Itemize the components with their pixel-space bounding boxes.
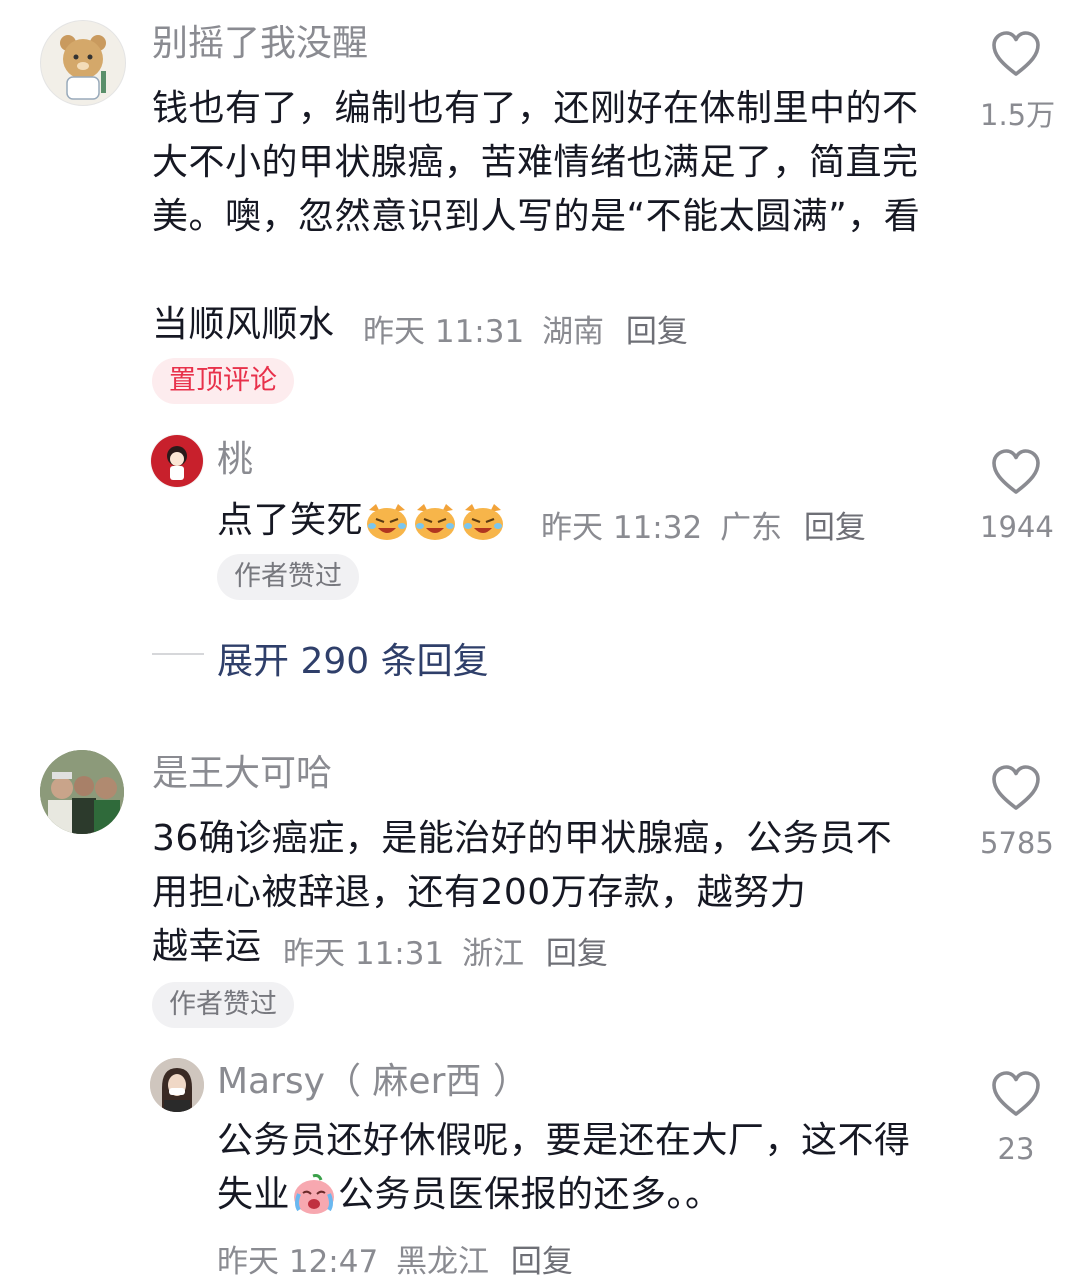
cartoon-girl-avatar-icon [151, 435, 203, 487]
comment-text-end: 越幸运 [152, 926, 262, 967]
reply-username[interactable]: Marsy（ 麻er西 ） [217, 1060, 529, 1104]
author-liked-tag: 作者赞过 [217, 554, 359, 600]
comment-text: 36确诊癌症，是能治好的甲状腺癌，公务员不用担心被辞退，还有200万存款，越努力 [152, 818, 893, 913]
reply-text: 公务员还好休假呢，要是还在大厂，这不得失业 公务员医保报的还多。。 [217, 1114, 917, 1222]
crying-face-emoji-icon [290, 1174, 338, 1215]
reply-location: 广东 [720, 510, 783, 546]
like-button[interactable]: 1.5万 [980, 30, 1056, 134]
group-photo-avatar-icon [40, 750, 124, 834]
heart-icon [992, 765, 1040, 810]
like-count: 5785 [980, 826, 1054, 860]
reply-location: 黑龙江 [396, 1244, 490, 1280]
like-button[interactable]: 23 [980, 1070, 1052, 1166]
avatar[interactable] [40, 20, 126, 106]
like-button[interactable]: 1944 [980, 448, 1054, 544]
comment-time: 昨天 11:31 [283, 936, 445, 972]
comment-text: 钱也有了，编制也有了，还刚好在体制里中的不大不小的甲状腺癌，苦难情绪也满足了，简… [152, 88, 921, 237]
reply-text-after-emoji: 公务员医保报的还多。。 [338, 1174, 722, 1215]
crying-laughing-cat-emoji-icon [363, 500, 507, 541]
comment-meta: 昨天 11:31 浙江 回复 [283, 928, 608, 973]
pinned-tag: 置顶评论 [152, 358, 294, 404]
reply-text: 点了笑死 [217, 500, 364, 541]
like-count: 1944 [980, 510, 1054, 544]
reply-meta: 昨天 12:47 黑龙江 回复 [217, 1236, 573, 1281]
like-button[interactable]: 5785 [980, 764, 1054, 860]
reply-button[interactable]: 回复 [626, 314, 688, 350]
reply-username[interactable]: 桃 [217, 438, 253, 482]
comment-username[interactable]: 别摇了我没醒 [152, 22, 368, 66]
comment-meta: 昨天 11:31 湖南 回复 [363, 306, 688, 351]
expand-replies-button[interactable]: 展开 290 条回复 [217, 632, 489, 684]
reply-time: 昨天 12:47 [217, 1244, 379, 1280]
like-count: 23 [997, 1132, 1035, 1166]
avatar[interactable] [150, 1058, 204, 1112]
comment-location: 浙江 [462, 936, 525, 972]
comment-time: 昨天 11:31 [363, 314, 525, 350]
like-count: 1.5万 [980, 98, 1056, 132]
reply-button[interactable]: 回复 [511, 1244, 573, 1280]
heart-icon [992, 449, 1040, 494]
cartoon-bear-avatar-icon [60, 35, 106, 100]
comment-username[interactable]: 是王大可哈 [152, 752, 332, 796]
reply-text-line: 点了笑死 [217, 494, 507, 548]
avatar[interactable] [150, 434, 204, 488]
reply-button[interactable]: 回复 [804, 510, 866, 546]
reply-time: 昨天 11:32 [541, 510, 703, 546]
expand-divider [152, 653, 204, 655]
woman-photo-avatar-icon [150, 1058, 204, 1112]
reply-button[interactable]: 回复 [546, 936, 608, 972]
heart-icon [992, 1071, 1040, 1116]
heart-icon [992, 31, 1040, 76]
comment-location: 湖南 [542, 314, 605, 350]
author-liked-tag: 作者赞过 [152, 982, 294, 1028]
comment-text-end: 当顺风顺水 [152, 304, 335, 345]
reply-meta: 昨天 11:32 广东 回复 [541, 502, 866, 547]
avatar[interactable] [40, 750, 124, 834]
